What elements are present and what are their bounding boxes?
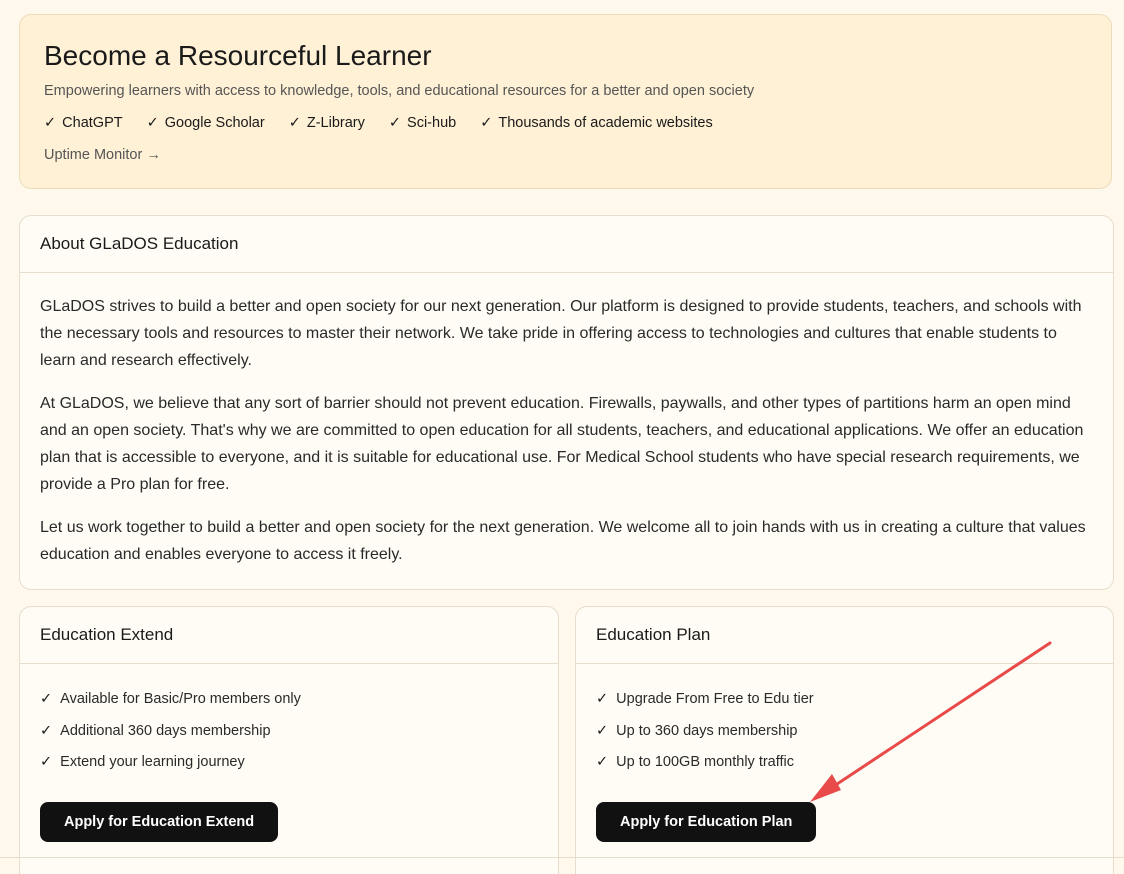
education-plan-card: Education Plan ✓ Upgrade From Free to Edu… [575,606,1114,874]
check-icon: ✓ [44,115,57,131]
education-extend-features: ✓ Available for Basic/Pro members only ✓ A… [20,664,558,772]
check-icon: ✓ [40,722,53,739]
about-body: GLaDOS strives to build a better and ope… [20,273,1113,568]
uptime-monitor-link[interactable]: Uptime Monitor → [44,145,161,165]
feature-item: ✓ ChatGPT [44,115,123,131]
page-divider [0,857,1124,858]
list-item: ✓ Upgrade From Free to Edu tier [596,691,814,707]
feature-item: ✓ Z-Library [288,115,365,131]
check-icon: ✓ [596,754,609,770]
feature-item: ✓ Sci-hub [388,115,457,131]
education-plan-title: Education Plan [576,607,1113,664]
list-item: ✓ Up to 100GB monthly traffic [596,754,795,770]
check-icon: ✓ [596,691,609,707]
education-plan-features: ✓ Upgrade From Free to Edu tier ✓ Up to 36… [576,664,1113,772]
check-icon: ✓ [388,115,402,131]
check-icon: ✓ [596,722,609,739]
apply-education-plan-button[interactable]: Apply for Education Plan [596,802,817,842]
feature-list: ✓ ChatGPT ✓ Google Scholar ✓ Z-Library ✓ Sci… [44,113,1087,133]
hero-banner: Become a Resourceful Learner Empowering … [19,14,1112,189]
about-paragraph: Let us work together to build a better a… [40,519,1086,563]
about-paragraph: At GLaDOS, we believe that any sort of b… [40,395,1084,493]
check-icon: ✓ [40,754,53,770]
hero-subtitle: Empowering learners with access to knowl… [44,83,755,99]
check-icon: ✓ [480,115,493,131]
hero-title: Become a Resourceful Learner [44,40,432,71]
check-icon: ✓ [146,115,159,131]
list-item: ✓ Available for Basic/Pro members only [40,691,301,707]
apply-education-extend-button[interactable]: Apply for Education Extend [40,802,279,842]
education-extend-title: Education Extend [20,607,558,664]
about-card: About GLaDOS Education GLaDOS strives to… [19,215,1114,590]
list-item: ✓ Extend your learning journey [40,754,245,770]
about-paragraph: GLaDOS strives to build a better and ope… [40,298,1082,369]
education-extend-card: Education Extend ✓ Available for Basic/Pr… [19,606,559,874]
feature-item: ✓ Thousands of academic websites [480,115,713,131]
list-item: ✓ Additional 360 days membership [40,722,271,739]
check-icon: ✓ [40,691,53,707]
about-title: About GLaDOS Education [20,216,1113,273]
list-item: ✓ Up to 360 days membership [596,722,798,739]
check-icon: ✓ [288,115,301,131]
feature-item: ✓ Google Scholar [146,115,265,131]
